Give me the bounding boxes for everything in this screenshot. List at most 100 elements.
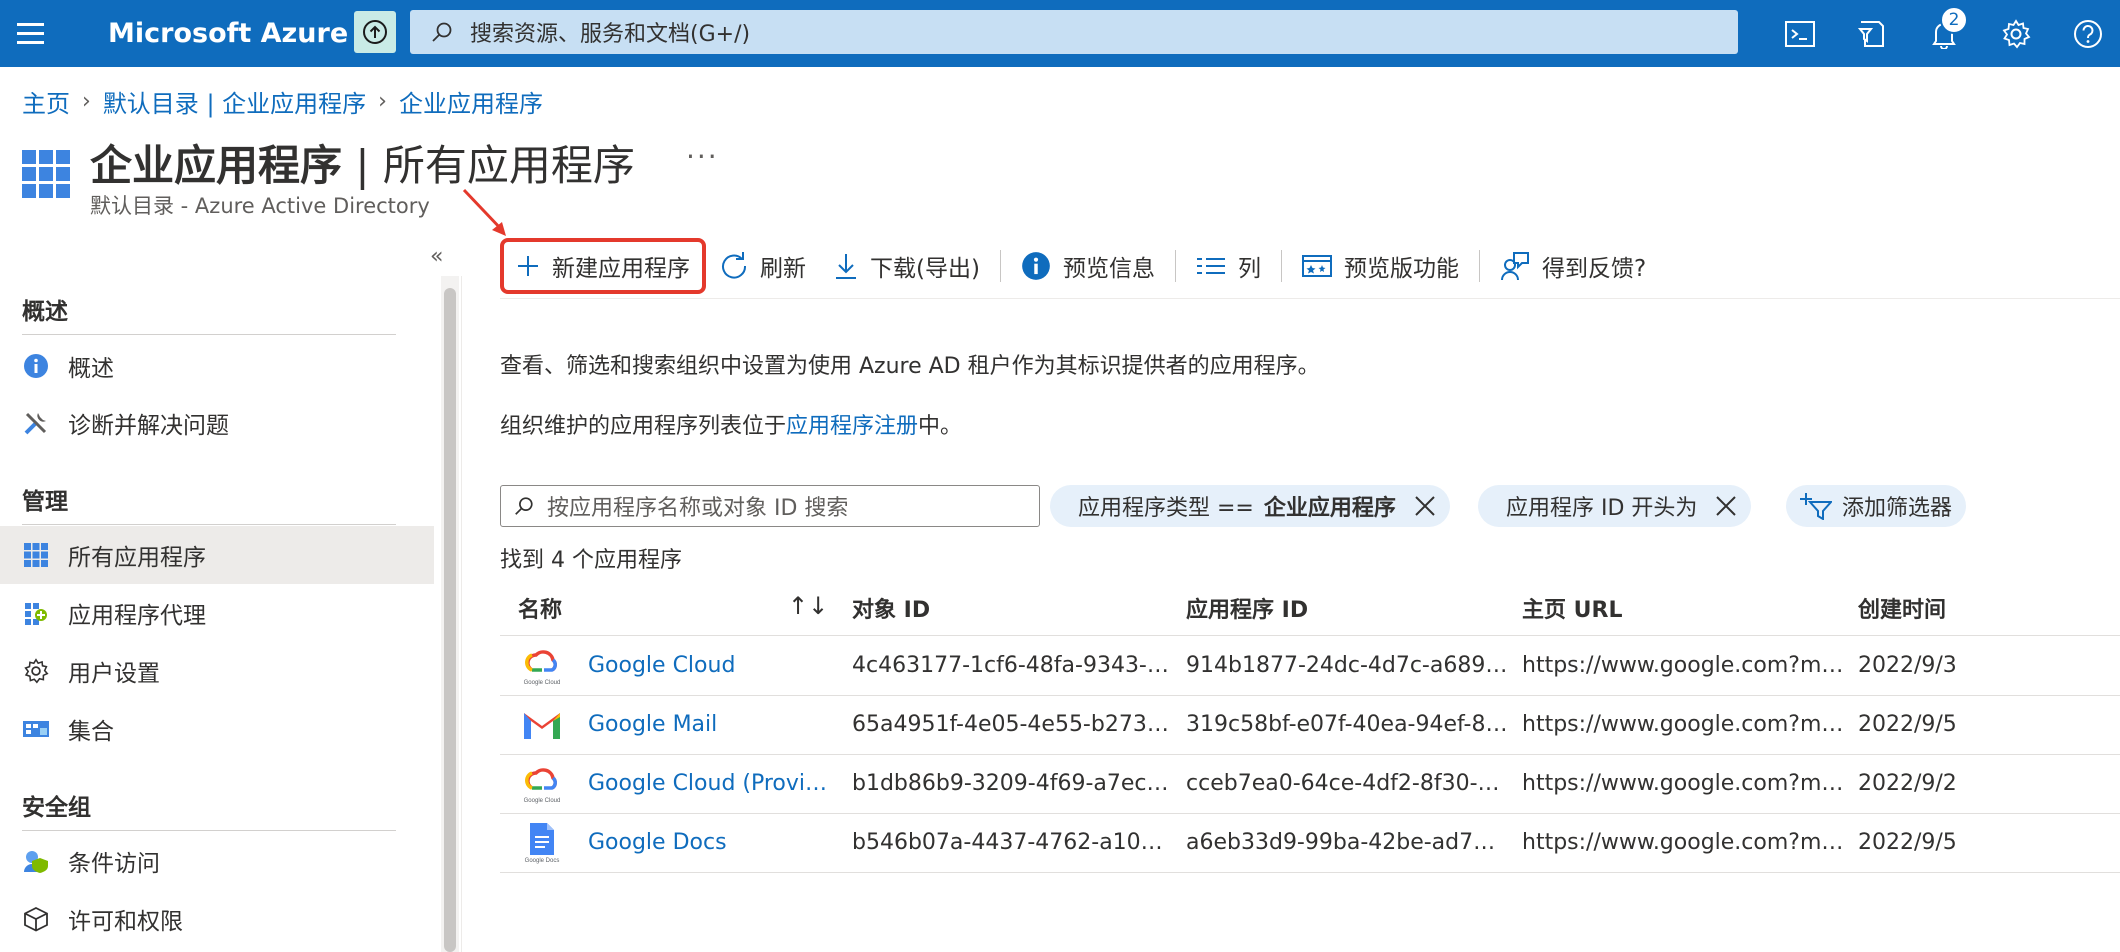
- created-date: 2022/9/5: [1858, 712, 1957, 737]
- sidebar-item-collections[interactable]: 集合: [0, 700, 434, 758]
- column-header-homepage-url[interactable]: 主页 URL: [1522, 592, 1622, 624]
- column-header-object-id[interactable]: 对象 ID: [852, 592, 930, 624]
- app-id: cceb7ea0-64ce-4df2-8f30-81...: [1186, 771, 1508, 796]
- sidebar-item-permissions[interactable]: 许可和权限: [0, 890, 434, 948]
- upgrade-icon[interactable]: [354, 11, 396, 53]
- app-id: 319c58bf-e07f-40ea-94ef-84...: [1186, 712, 1508, 737]
- gmail-logo: [524, 713, 560, 739]
- cube-icon: [22, 905, 50, 933]
- info-icon: [1021, 251, 1051, 281]
- column-header-app-id[interactable]: 应用程序 ID: [1186, 592, 1308, 624]
- sidebar-item-diagnose[interactable]: 诊断并解决问题: [0, 394, 434, 452]
- object-id: 65a4951f-4e05-4e55-b273-c...: [852, 712, 1174, 737]
- help-icon[interactable]: [2066, 12, 2110, 56]
- new-application-button[interactable]: 新建应用程序: [500, 238, 706, 294]
- google-cloud-logo: Google Cloud: [524, 768, 561, 804]
- close-icon[interactable]: [1715, 495, 1737, 517]
- app-search-input[interactable]: 按应用程序名称或对象 ID 搜索: [500, 485, 1040, 527]
- object-id: b546b07a-4437-4762-a101-...: [852, 830, 1174, 855]
- gear-icon: [22, 657, 50, 685]
- add-filter-button[interactable]: 添加筛选器: [1786, 485, 1967, 527]
- add-filter-icon: [1800, 492, 1832, 520]
- breadcrumb-home[interactable]: 主页: [22, 84, 70, 119]
- sidebar-item-app-proxy[interactable]: 应用程序代理: [0, 584, 434, 642]
- chevron-right-icon: ›: [82, 89, 91, 114]
- preview-features-button[interactable]: 预览版功能: [1288, 238, 1473, 294]
- svg-text:Google Docs: Google Docs: [525, 858, 560, 864]
- collapse-sidebar-icon[interactable]: «: [430, 244, 443, 269]
- columns-button[interactable]: 列: [1182, 238, 1275, 294]
- preview-info-button[interactable]: 预览信息: [1007, 238, 1169, 294]
- directory-filter-icon[interactable]: [1850, 12, 1894, 56]
- cloud-shell-icon[interactable]: [1778, 12, 1822, 56]
- app-name-link[interactable]: Google Cloud (Provisi...: [588, 771, 838, 796]
- enterprise-apps-grid-icon: [22, 150, 70, 198]
- column-header-created[interactable]: 创建时间: [1858, 592, 1946, 624]
- breadcrumb-directory[interactable]: 默认目录 | 企业应用程序: [103, 84, 366, 119]
- brand-title[interactable]: Microsoft Azure: [108, 18, 348, 49]
- plus-icon: [516, 254, 540, 278]
- more-options-button[interactable]: ···: [686, 140, 719, 173]
- gear-icon[interactable]: [1994, 12, 2038, 56]
- table-row[interactable]: Google Mail 65a4951f-4e05-4e55-b273-c...…: [500, 696, 2120, 755]
- app-registrations-link[interactable]: 应用程序注册: [786, 414, 918, 439]
- table-row[interactable]: Google Cloud Google Cloud 4c463177-1cf6-…: [500, 637, 2120, 696]
- bell-icon[interactable]: 2: [1922, 6, 1968, 56]
- homepage-url: https://www.google.com?me...: [1522, 830, 1844, 855]
- close-icon[interactable]: [1414, 495, 1436, 517]
- object-id: b1db86b9-3209-4f69-a7ec-f...: [852, 771, 1174, 796]
- filter-pill-app-type[interactable]: 应用程序类型 == 企业应用程序: [1050, 485, 1450, 527]
- google-docs-logo: Google Docs: [525, 823, 560, 864]
- app-name-link[interactable]: Google Mail: [588, 712, 838, 737]
- feedback-button[interactable]: 得到反馈?: [1486, 238, 1660, 294]
- app-id: 914b1877-24dc-4d7c-a689-...: [1186, 653, 1508, 678]
- breadcrumb-enterprise-apps[interactable]: 企业应用程序: [399, 84, 543, 119]
- download-button[interactable]: 下载(导出): [820, 238, 994, 294]
- sidebar-item-all-apps[interactable]: 所有应用程序: [0, 526, 434, 584]
- sidebar-scrollbar[interactable]: [441, 276, 459, 952]
- sidebar-section-overview: 概述: [22, 299, 68, 325]
- object-id: 4c463177-1cf6-48fa-9343-a...: [852, 653, 1174, 678]
- annotation-arrow-icon: [462, 188, 506, 236]
- wrench-icon: [22, 409, 50, 437]
- app-id: a6eb33d9-99ba-42be-ad7a-...: [1186, 830, 1508, 855]
- svg-text:Google Cloud: Google Cloud: [524, 798, 561, 804]
- sidebar-item-user-settings[interactable]: 用户设置: [0, 642, 434, 700]
- description-text: 查看、筛选和搜索组织中设置为使用 Azure AD 租户作为其标识提供者的应用程…: [500, 354, 1320, 379]
- homepage-url: https://www.google.com?me...: [1522, 771, 1844, 796]
- command-bar: 新建应用程序 刷新 下载(导出) 预览信息 列 预览版功能 得到反馈?: [500, 234, 1660, 298]
- table-row[interactable]: Google Cloud Google Cloud (Provisi... b1…: [500, 755, 2120, 814]
- search-icon: [513, 495, 535, 517]
- filter-pill-app-id[interactable]: 应用程序 ID 开头为: [1478, 485, 1752, 527]
- table-row[interactable]: Google Docs Google Docs b546b07a-4437-47…: [500, 814, 2120, 873]
- preview-features-icon: [1301, 253, 1332, 279]
- sort-icon[interactable]: ↑↓: [788, 592, 828, 620]
- grid-icon: [22, 541, 50, 569]
- search-icon: [432, 22, 452, 42]
- chevron-right-icon: ›: [378, 89, 387, 114]
- sidebar-item-conditional-access[interactable]: 条件访问: [0, 832, 434, 890]
- sidebar-item-overview[interactable]: 概述: [0, 337, 434, 395]
- created-date: 2022/9/3: [1858, 653, 1957, 678]
- sidebar-section-security: 安全组: [22, 795, 91, 821]
- sidebar-section-manage: 管理: [22, 489, 68, 515]
- info-icon: [22, 352, 50, 380]
- conditional-access-icon: [22, 847, 50, 875]
- search-placeholder: 搜索资源、服务和文档(G+/): [470, 22, 751, 47]
- app-name-link[interactable]: Google Docs: [588, 830, 838, 855]
- app-name-link[interactable]: Google Cloud: [588, 653, 838, 678]
- homepage-url: https://www.google.com?me...: [1522, 712, 1844, 737]
- result-count: 找到 4 个应用程序: [500, 548, 682, 573]
- table-header: 名称 ↑↓ 对象 ID 应用程序 ID 主页 URL 创建时间: [500, 578, 2120, 636]
- global-search-input[interactable]: 搜索资源、服务和文档(G+/): [410, 10, 1738, 54]
- google-cloud-logo: Google Cloud: [524, 650, 560, 686]
- refresh-icon: [720, 252, 748, 280]
- page-subtitle: 默认目录 - Azure Active Directory: [90, 194, 430, 218]
- created-date: 2022/9/2: [1858, 771, 1957, 796]
- menu-icon[interactable]: [0, 0, 60, 67]
- column-header-name[interactable]: 名称: [518, 592, 562, 624]
- refresh-button[interactable]: 刷新: [706, 238, 820, 294]
- feedback-icon: [1500, 251, 1530, 281]
- breadcrumb: 主页 › 默认目录 | 企业应用程序 › 企业应用程序: [22, 84, 543, 119]
- created-date: 2022/9/5: [1858, 830, 1957, 855]
